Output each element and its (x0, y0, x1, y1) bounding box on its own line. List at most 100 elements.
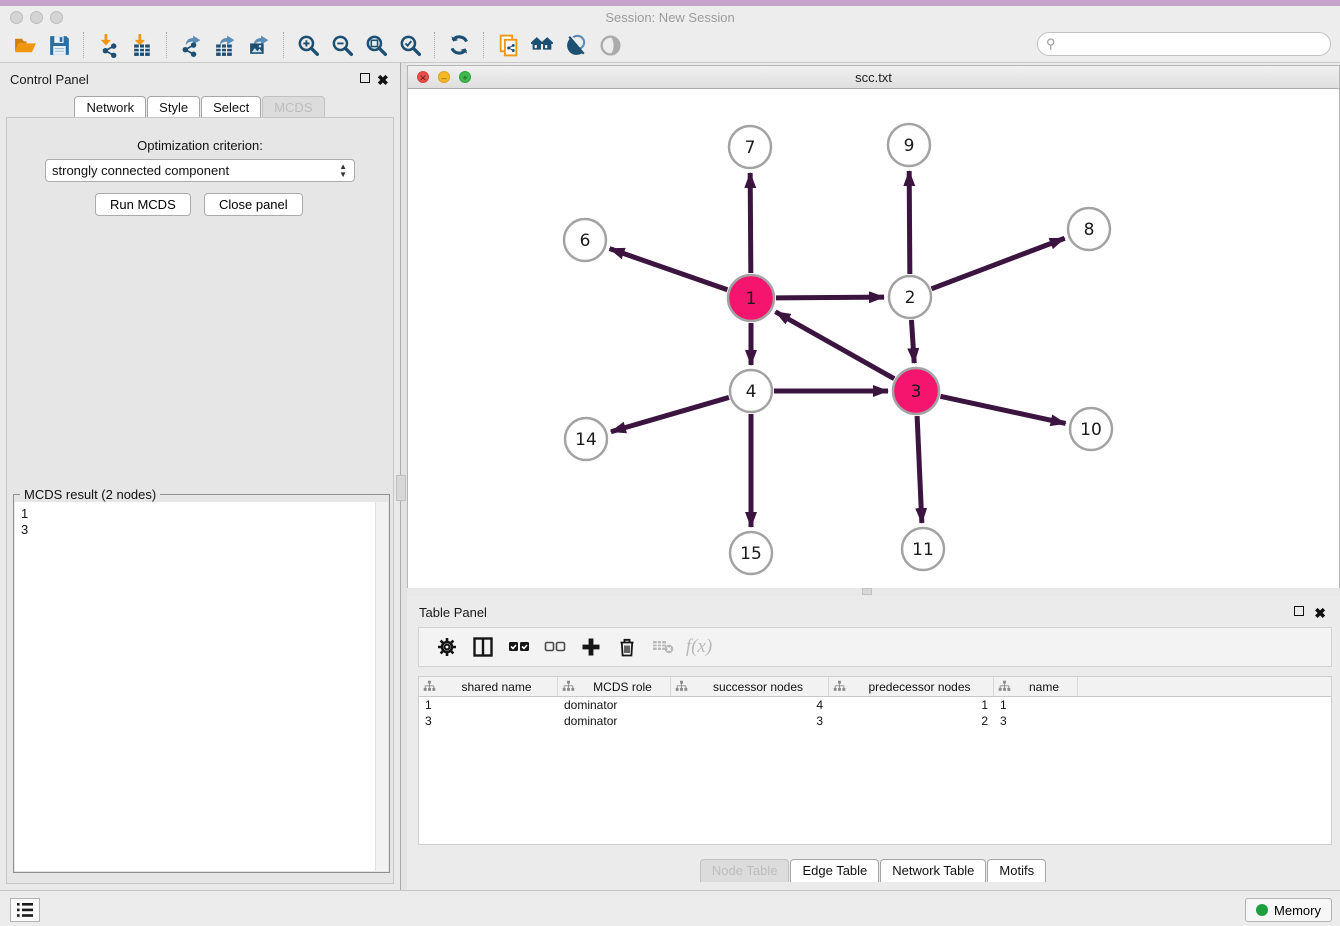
graph-node-7[interactable]: 7 (729, 126, 771, 168)
zoom-fit-button[interactable] (359, 30, 393, 60)
table-cell: 4 (671, 698, 829, 712)
graph-node-10[interactable]: 10 (1070, 408, 1112, 450)
task-history-button[interactable] (10, 898, 40, 922)
graph-node-4[interactable]: 4 (730, 370, 772, 412)
tab-network[interactable]: Network (74, 96, 146, 119)
delete-table-button (645, 630, 681, 664)
home-button[interactable] (525, 30, 559, 60)
zoom-out-button[interactable] (325, 30, 359, 60)
tab-edge-table[interactable]: Edge Table (790, 859, 879, 882)
edge-2-3[interactable] (911, 320, 914, 363)
optimization-criterion-select[interactable]: strongly connected component ▲▼ (45, 159, 355, 182)
export-network-button[interactable] (174, 30, 208, 60)
column-header-shared-name[interactable]: shared name (419, 677, 558, 696)
run-mcds-button[interactable]: Run MCDS (95, 193, 191, 216)
graph-node-14[interactable]: 14 (565, 418, 607, 460)
save-button[interactable] (42, 30, 76, 60)
edge-1-7[interactable] (750, 173, 751, 273)
table-row[interactable]: 1dominator411 (419, 697, 1331, 713)
columns-button[interactable] (465, 630, 501, 664)
toolbar-separator (434, 32, 435, 58)
mcds-tab-content: Optimization criterion: strongly connect… (6, 117, 394, 884)
graph-node-11[interactable]: 11 (902, 528, 944, 570)
export-image-button[interactable] (242, 30, 276, 60)
horizontal-splitter[interactable] (407, 588, 1340, 596)
zoom-in-button[interactable] (291, 30, 325, 60)
clone-network-button[interactable] (491, 30, 525, 60)
edge-3-11[interactable] (917, 416, 922, 523)
trash-button[interactable] (609, 630, 645, 664)
tab-mcds[interactable]: MCDS (262, 96, 324, 119)
deselect-all-icon (544, 636, 566, 658)
edge-3-10[interactable] (940, 396, 1065, 423)
column-header-MCDS-role[interactable]: MCDS role (558, 677, 671, 696)
close-panel-icon[interactable]: ✖ (377, 72, 389, 89)
tab-style[interactable]: Style (147, 96, 200, 119)
network-canvas[interactable]: 7 9 6 8 1 2 4 3 14 10 15 11 (408, 89, 1339, 588)
column-header-predecessor-nodes[interactable]: predecessor nodes (829, 677, 994, 696)
splitter-handle[interactable] (396, 475, 406, 501)
search-input[interactable] (1060, 35, 1330, 53)
import-network-button[interactable] (91, 30, 125, 60)
float-panel-icon[interactable] (1294, 605, 1304, 619)
zoom-in-icon (296, 33, 321, 58)
add-button[interactable] (573, 630, 609, 664)
chevron-up-down-icon: ▲▼ (339, 163, 347, 179)
toolbar-separator (83, 32, 84, 58)
edge-2-8[interactable] (932, 238, 1065, 289)
zoom-selected-button[interactable] (393, 30, 427, 60)
eye-icon (598, 33, 623, 58)
edge-3-1[interactable] (775, 312, 894, 379)
column-header-successor-nodes[interactable]: successor nodes (671, 677, 829, 696)
table-row[interactable]: 3dominator323 (419, 713, 1331, 729)
graph-node-9[interactable]: 9 (888, 124, 930, 166)
edge-1-6[interactable] (610, 249, 728, 290)
table-cell: dominator (558, 714, 671, 728)
result-scrollbar[interactable] (375, 502, 388, 871)
network-window-titlebar[interactable]: ✕ – + scc.txt (408, 66, 1339, 89)
edge-1-2[interactable] (776, 297, 884, 298)
splitter-handle[interactable] (862, 588, 872, 595)
column-header-name[interactable]: name (994, 677, 1078, 696)
graph-node-2[interactable]: 2 (889, 276, 931, 318)
memory-button[interactable]: Memory (1245, 898, 1332, 922)
tab-motifs[interactable]: Motifs (987, 859, 1046, 882)
select-all-button[interactable] (501, 630, 537, 664)
gear-button[interactable] (429, 630, 465, 664)
float-panel-icon[interactable] (360, 72, 370, 86)
result-line: 1 (21, 506, 369, 522)
table-body: 1dominator4113dominator323 (419, 697, 1331, 729)
node-label: 6 (580, 231, 591, 251)
tab-node-table[interactable]: Node Table (700, 859, 790, 882)
close-panel-icon[interactable]: ✖ (1314, 605, 1326, 622)
refresh-button[interactable] (442, 30, 476, 60)
close-panel-button[interactable]: Close panel (204, 193, 303, 216)
deselect-all-button[interactable] (537, 630, 573, 664)
graph-node-1[interactable]: 1 (728, 275, 774, 321)
graph-node-6[interactable]: 6 (564, 219, 606, 261)
mcds-result-title: MCDS result (2 nodes) (20, 487, 160, 502)
search-box[interactable]: ⚲ (1037, 32, 1331, 56)
graph-node-3[interactable]: 3 (893, 368, 939, 414)
refresh-icon (447, 33, 472, 58)
graph-node-8[interactable]: 8 (1068, 208, 1110, 250)
edge-4-14[interactable] (611, 397, 729, 431)
import-table-button[interactable] (125, 30, 159, 60)
status-bar: Memory (0, 890, 1340, 926)
toggle-panel-button[interactable] (559, 30, 593, 60)
eye-button[interactable] (593, 30, 627, 60)
fx-button: f(x) (681, 630, 717, 664)
node-label: 9 (904, 136, 915, 156)
clone-network-icon (496, 33, 521, 58)
vertical-splitter[interactable] (400, 63, 407, 890)
table-cell: 1 (994, 698, 1078, 712)
graph-node-15[interactable]: 15 (730, 532, 772, 574)
import-network-icon (96, 33, 121, 58)
toggle-panel-icon (564, 33, 589, 58)
export-table-button[interactable] (208, 30, 242, 60)
edge-2-9[interactable] (909, 171, 910, 274)
tab-network-table[interactable]: Network Table (880, 859, 986, 882)
node-label: 4 (746, 382, 757, 402)
open-folder-button[interactable] (8, 30, 42, 60)
tab-select[interactable]: Select (201, 96, 261, 119)
